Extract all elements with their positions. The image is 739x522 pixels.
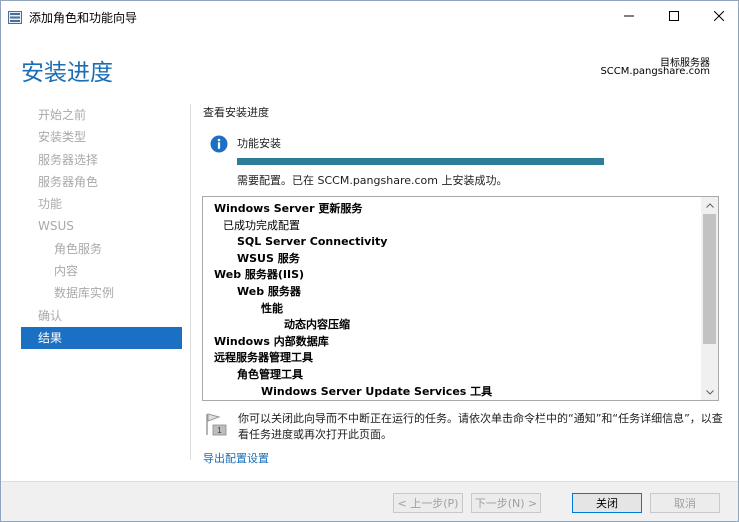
wizard-window: 添加角色和功能向导 安装进度 目标服务器 SCCM.pangshare.com … (0, 0, 739, 522)
result-item: 已成功完成配置 (223, 218, 300, 232)
close-button[interactable]: 关闭 (572, 493, 642, 513)
result-item: WSUS 服务 (237, 251, 300, 265)
nav-item-confirmation[interactable]: 确认 (21, 305, 182, 327)
page-title: 安装进度 (21, 60, 113, 86)
result-item: Windows 内部数据库 (214, 334, 329, 348)
nav-item-before-you-begin[interactable]: 开始之前 (21, 104, 182, 126)
window-title: 添加角色和功能向导 (29, 11, 138, 25)
scroll-thumb[interactable] (703, 214, 716, 344)
result-item: 远程服务器管理工具 (214, 351, 313, 365)
footer-bar: < 上一步(P) 下一步(N) > 关闭 取消 (1, 481, 738, 521)
vertical-scrollbar[interactable] (701, 197, 718, 400)
nav-item-results[interactable]: 结果 (21, 326, 182, 350)
info-icon (210, 135, 228, 153)
result-item: Windows Server Update Services 工具 (261, 384, 493, 398)
title-bar: 添加角色和功能向导 (1, 1, 738, 31)
destination-server-name: SCCM.pangshare.com (600, 66, 710, 77)
result-item: SQL Server Connectivity (237, 235, 388, 249)
nav-item-content[interactable]: 内容 (21, 260, 182, 282)
minimize-icon[interactable] (606, 1, 652, 31)
result-item: Web 服务器(IIS) (214, 268, 305, 282)
cancel-button[interactable]: 取消 (650, 493, 720, 513)
result-item: 角色管理工具 (237, 367, 303, 381)
status-message: 需要配置。已在 SCCM.pangshare.com 上安装成功。 (237, 174, 508, 187)
feature-installation-label: 功能安装 (237, 137, 281, 150)
nav-item-server-roles[interactable]: 服务器角色 (21, 171, 182, 193)
progress-fill (237, 158, 604, 165)
export-config-link[interactable]: 导出配置设置 (203, 450, 269, 466)
server-manager-icon (8, 9, 22, 24)
scroll-up-icon[interactable] (701, 197, 718, 213)
result-item: 性能 (261, 301, 283, 315)
result-item: Web 服务器 (237, 284, 301, 298)
nav-item-wsus[interactable]: WSUS (21, 215, 182, 237)
nav-item-server-selection[interactable]: 服务器选择 (21, 149, 182, 171)
next-button[interactable]: 下一步(N) > (471, 493, 541, 513)
results-list-box[interactable]: Windows Server 更新服务已成功完成配置 SQL Server Con… (202, 196, 719, 401)
scroll-down-icon[interactable] (701, 384, 718, 400)
notification-flag-icon: 1 (206, 412, 228, 436)
maximize-icon[interactable] (651, 1, 697, 31)
previous-button[interactable]: < 上一步(P) (393, 493, 463, 513)
nav-item-role-services[interactable]: 角色服务 (21, 238, 182, 260)
nav-divider (190, 104, 191, 460)
notice-text: 你可以关闭此向导而不中断正在运行的任务。请依次单击命令栏中的“通知”和“任务详细… (238, 412, 723, 441)
nav-item-installation-type[interactable]: 安装类型 (21, 126, 182, 148)
nav-item-db-instance[interactable]: 数据库实例 (21, 282, 182, 304)
results-list: Windows Server 更新服务已成功完成配置 SQL Server Con… (203, 201, 700, 400)
svg-text:1: 1 (217, 426, 222, 435)
wizard-nav: 开始之前 安装类型 服务器选择 服务器角色 功能 WSUS 角色服务 内容 数据… (21, 104, 182, 350)
result-item: 动态内容压缩 (284, 318, 350, 332)
close-icon[interactable] (696, 1, 738, 31)
installation-progress-bar (237, 158, 604, 165)
result-item: Windows Server 更新服务 (214, 202, 363, 215)
nav-item-features[interactable]: 功能 (21, 193, 182, 215)
section-title: 查看安装进度 (203, 106, 269, 119)
